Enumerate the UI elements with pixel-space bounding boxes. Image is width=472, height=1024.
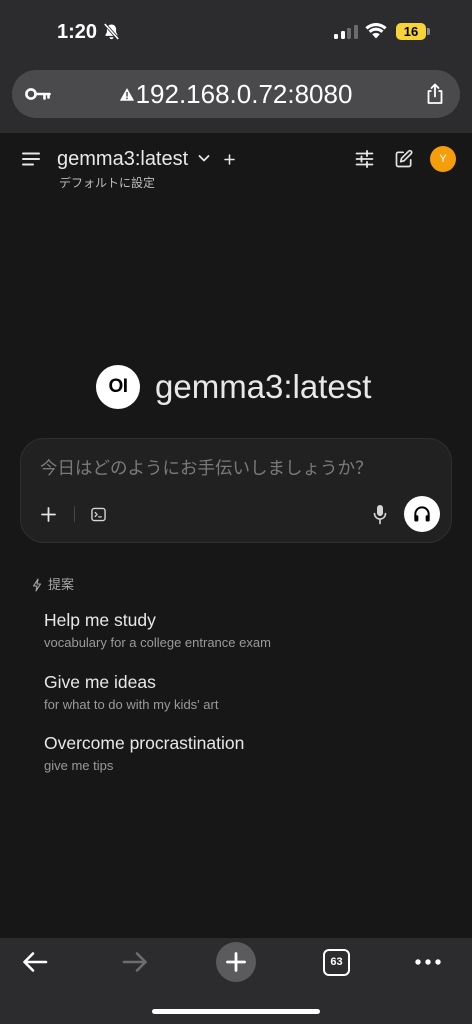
status-time: 1:20 [57, 21, 98, 43]
chevron-down-icon[interactable] [198, 154, 210, 163]
back-arrow-icon[interactable] [22, 951, 48, 973]
suggestion-item[interactable]: Give me ideas for what to do with my kid… [44, 670, 444, 716]
signal-bar [347, 28, 352, 39]
voice-mode-button[interactable] [404, 496, 440, 532]
bolt-icon [32, 578, 42, 592]
suggestion-title: Give me ideas [44, 672, 156, 692]
sliders-icon[interactable] [355, 150, 374, 168]
signal-bar [340, 31, 345, 39]
hero-model-name: gemma3:latest [155, 368, 372, 405]
bell-slash-icon [102, 22, 121, 41]
set-default-link[interactable]: デフォルトに設定 [59, 175, 155, 191]
terminal-icon[interactable] [91, 507, 106, 522]
edit-icon[interactable] [394, 149, 414, 169]
suggestion-subtitle: vocabulary for a college entrance exam [44, 635, 271, 650]
suggestions-heading: 提案 [48, 577, 75, 592]
model-selector[interactable]: gemma3:latest [57, 147, 188, 171]
openwebui-logo: OI [96, 365, 140, 409]
suggestion-item[interactable]: Overcome procrastination give me tips [44, 731, 444, 777]
battery-percent: 16 [403, 24, 419, 39]
suggestion-title: Help me study [44, 610, 156, 630]
forward-arrow-icon[interactable] [122, 951, 148, 973]
suggestion-item[interactable]: Help me study vocabulary for a college e… [44, 608, 444, 654]
composer-divider [74, 506, 75, 522]
signal-bar [353, 25, 358, 39]
plus-icon [226, 952, 246, 972]
battery-icon: 16 [396, 23, 426, 40]
new-tab-button[interactable] [216, 942, 256, 982]
menu-icon[interactable] [22, 152, 40, 166]
signal-bar [334, 34, 339, 39]
suggestion-subtitle: for what to do with my kids' art [44, 697, 219, 712]
address-bar[interactable]: 192.168.0.72:8080 [12, 70, 460, 118]
headphones-icon [412, 504, 432, 524]
browser-top-chrome: 1:20 16 192.168.0.72:8080 [0, 0, 472, 133]
url-display[interactable]: 192.168.0.72:8080 [72, 70, 400, 118]
not-secure-warning-icon [119, 87, 134, 101]
status-bar: 1:20 16 [0, 0, 472, 56]
plus-icon[interactable] [41, 507, 56, 522]
signal-icon [334, 25, 358, 39]
chat-input[interactable] [40, 456, 435, 482]
share-icon[interactable] [426, 83, 444, 105]
phone-screen: 1:20 16 192.168.0.72:8080 gemma3:latest … [0, 0, 472, 1024]
url-text: 192.168.0.72:8080 [135, 79, 353, 109]
suggestion-subtitle: give me tips [44, 758, 114, 773]
key-icon[interactable] [25, 87, 51, 101]
battery-nub [427, 28, 430, 35]
more-icon[interactable] [415, 959, 441, 965]
tab-count: 63 [330, 956, 343, 968]
microphone-icon[interactable] [373, 504, 387, 525]
wifi-icon [365, 23, 387, 39]
suggestion-title: Overcome procrastination [44, 733, 245, 753]
chat-composer [20, 438, 452, 543]
browser-toolbar: 63 [0, 938, 472, 1024]
tabs-button[interactable]: 63 [323, 949, 350, 976]
add-model-icon[interactable] [224, 154, 235, 165]
avatar[interactable]: Y [430, 146, 456, 172]
home-indicator [152, 1009, 320, 1014]
